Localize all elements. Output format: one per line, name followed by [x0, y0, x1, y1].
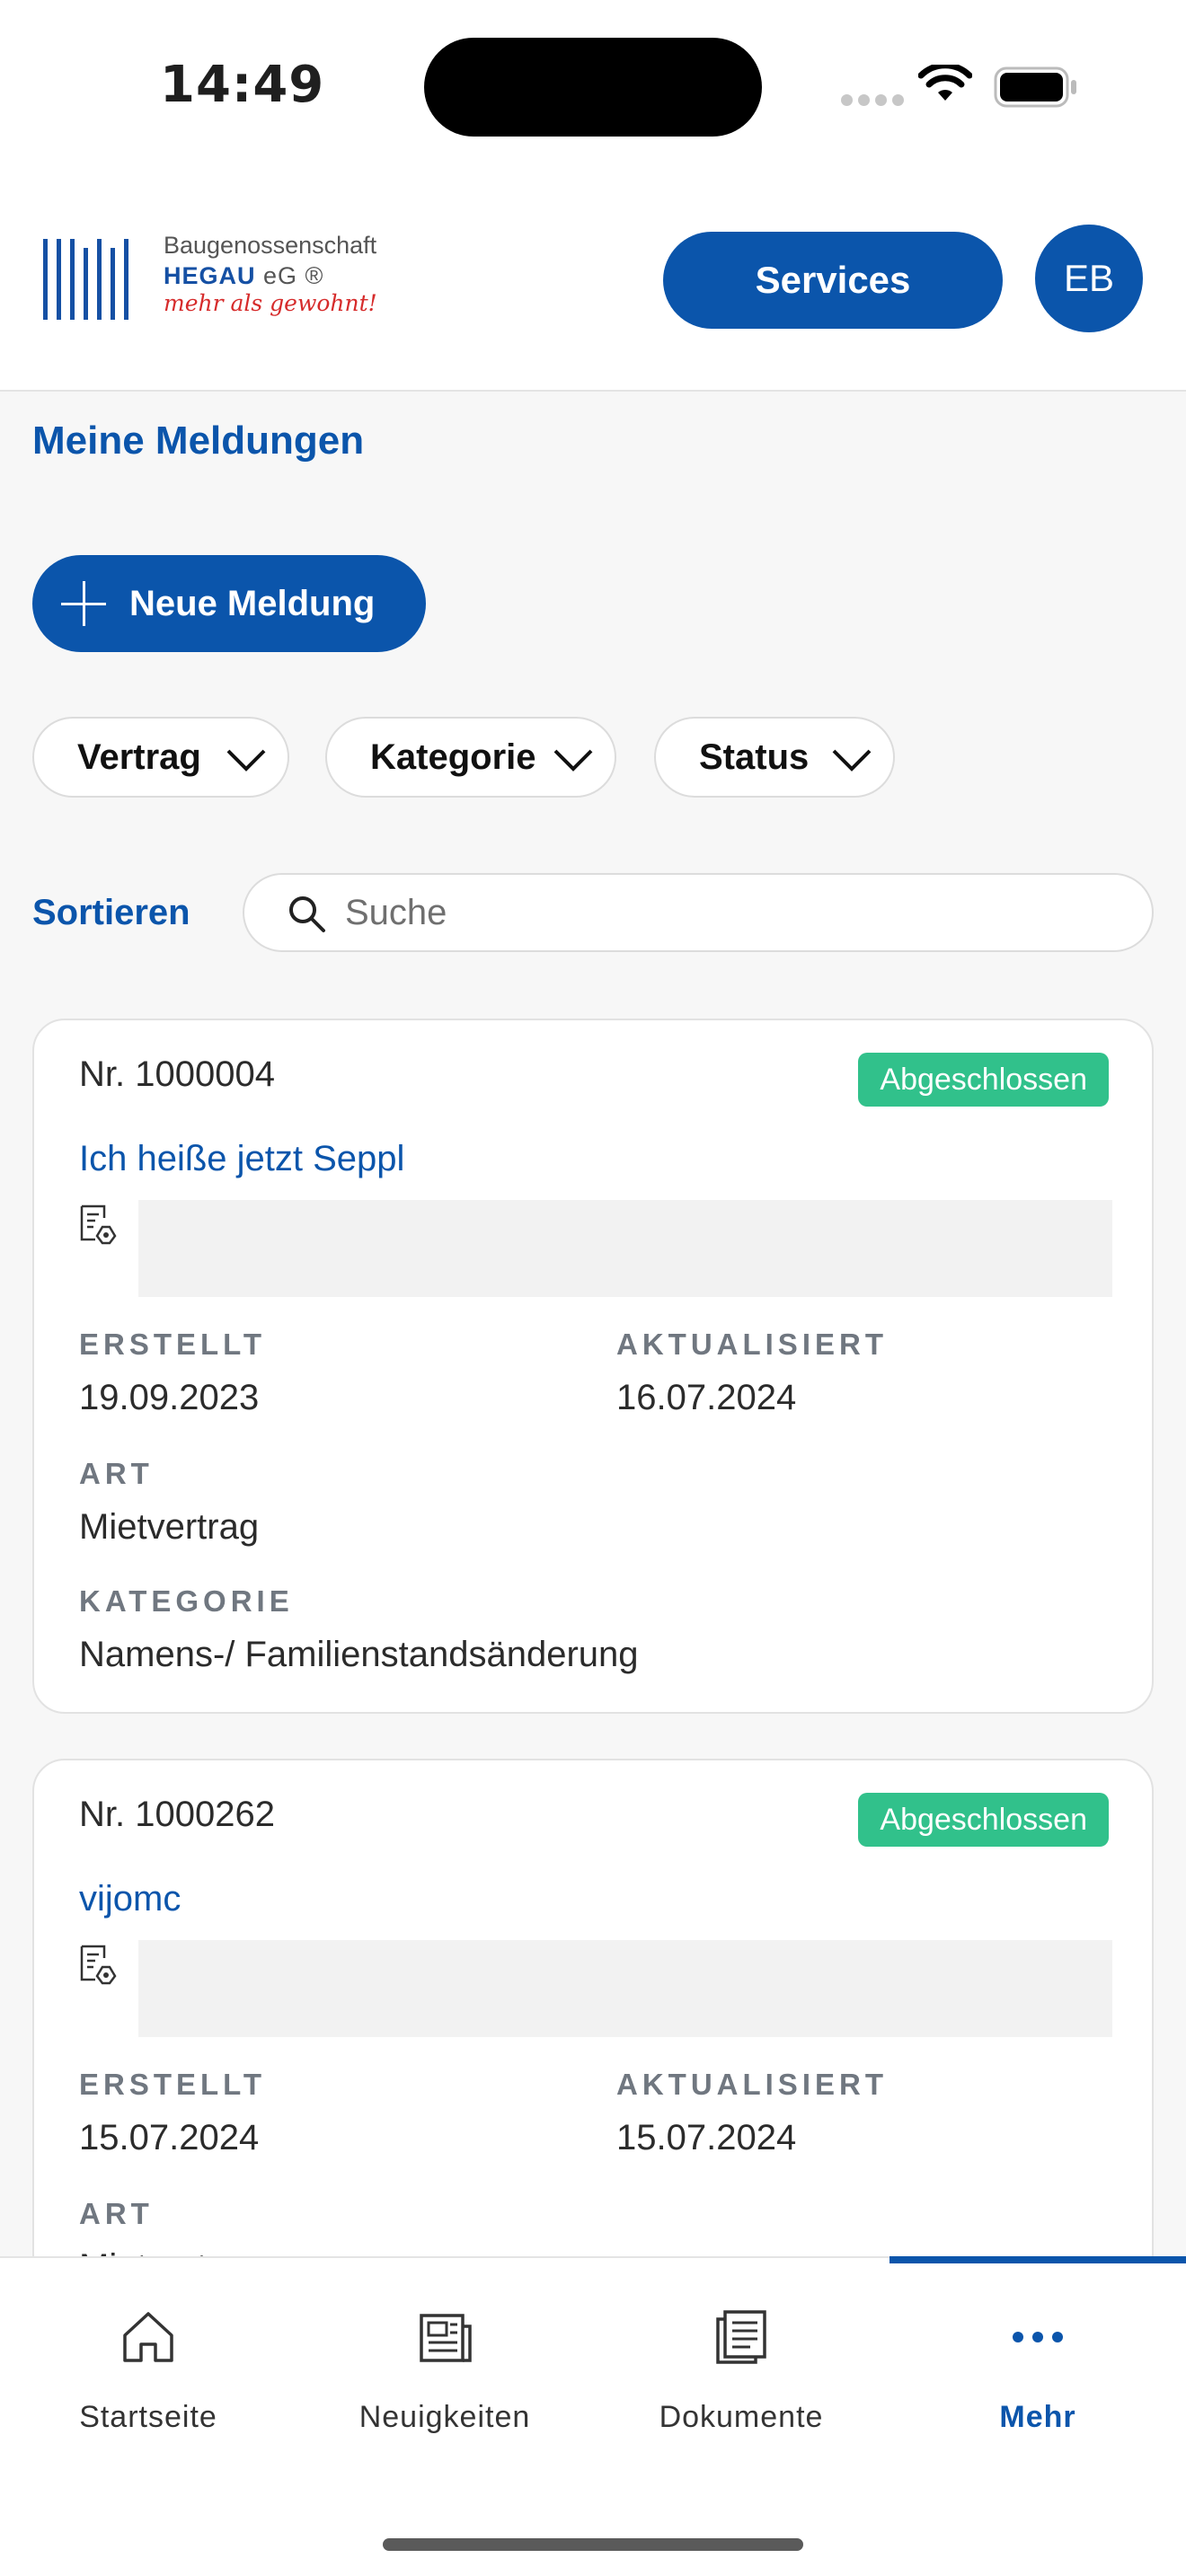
- home-indicator[interactable]: [383, 2538, 803, 2551]
- updated-date: 16.07.2024: [616, 1378, 797, 1417]
- new-report-button[interactable]: Neue Meldung: [32, 555, 426, 652]
- document-icon: [716, 2310, 766, 2364]
- created-label: ERSTELLT: [79, 1328, 267, 1361]
- report-number: Nr. 1000004: [79, 1054, 275, 1094]
- chevron-down-icon: [226, 749, 266, 772]
- nav-item-dokumente[interactable]: Dokumente: [593, 2258, 890, 2456]
- nav-label: Startseite: [79, 2400, 217, 2434]
- new-report-label: Neue Meldung: [129, 583, 376, 623]
- filter-status[interactable]: Status: [654, 717, 895, 798]
- report-card[interactable]: Nr. 1000004 Abgeschlossen Ich heiße jetz…: [32, 1019, 1154, 1714]
- type-value: Mietvertrag: [79, 1507, 260, 1547]
- logo-line-2: HEGAU eG ®: [164, 262, 324, 289]
- sort-button[interactable]: Sortieren: [32, 893, 190, 933]
- search-icon: [289, 896, 325, 932]
- home-icon: [123, 2312, 173, 2362]
- report-title[interactable]: Ich heiße jetzt Seppl: [79, 1139, 404, 1179]
- nav-item-startseite[interactable]: Startseite: [0, 2258, 296, 2456]
- search-field[interactable]: [243, 873, 1154, 952]
- avatar[interactable]: EB: [1035, 225, 1143, 332]
- report-number: Nr. 1000262: [79, 1795, 275, 1834]
- services-button[interactable]: Services: [663, 232, 1003, 329]
- nav-item-mehr[interactable]: Mehr: [890, 2258, 1186, 2456]
- app-header: Baugenossenschaft HEGAU eG ® mehr als ge…: [0, 171, 1186, 392]
- plus-icon: [61, 581, 106, 626]
- page-title: Meine Meldungen: [32, 419, 365, 463]
- wifi-icon: [918, 65, 972, 101]
- status-bar: 14:49: [0, 0, 1186, 171]
- filter-contract[interactable]: Vertrag: [32, 717, 289, 798]
- chevron-down-icon: [553, 749, 593, 772]
- nav-label: Dokumente: [659, 2400, 824, 2434]
- status-time: 14:49: [160, 56, 325, 114]
- updated-label: AKTUALISIERT: [616, 1328, 888, 1361]
- status-badge: Abgeschlossen: [858, 1053, 1109, 1107]
- filter-status-label: Status: [699, 737, 810, 777]
- contract-icon: [80, 1204, 117, 1245]
- updated-date: 15.07.2024: [616, 2118, 797, 2157]
- nav-label: Mehr: [999, 2400, 1076, 2434]
- logo-line-1: Baugenossenschaft: [164, 232, 377, 259]
- filter-contract-label: Vertrag: [77, 737, 201, 777]
- filter-category[interactable]: Kategorie: [325, 717, 616, 798]
- created-label: ERSTELLT: [79, 2068, 267, 2101]
- company-logo-icon: [43, 239, 128, 320]
- report-title[interactable]: vijomc: [79, 1879, 181, 1919]
- type-label: ART: [79, 2197, 154, 2230]
- more-icon: [1013, 2332, 1063, 2342]
- company-logo-text: Baugenossenschaft HEGAU eG ® mehr als ge…: [164, 232, 377, 316]
- created-date: 19.09.2023: [79, 1378, 260, 1417]
- contract-icon: [80, 1945, 117, 1985]
- created-date: 15.07.2024: [79, 2118, 260, 2157]
- bottom-navigation: Startseite Neuigkeiten Dokumente Mehr: [0, 2256, 1186, 2576]
- type-label: ART: [79, 1457, 154, 1490]
- search-input[interactable]: [345, 887, 1118, 938]
- category-value: Namens-/ Familienstandsänderung: [79, 1635, 639, 1674]
- report-preview-placeholder: [138, 1940, 1112, 2037]
- nav-label: Neuigkeiten: [358, 2400, 531, 2434]
- battery-icon: [994, 66, 1076, 108]
- status-badge: Abgeschlossen: [858, 1793, 1109, 1847]
- news-icon: [420, 2314, 472, 2362]
- updated-label: AKTUALISIERT: [616, 2068, 888, 2101]
- filter-category-label: Kategorie: [370, 737, 536, 777]
- chevron-down-icon: [832, 749, 872, 772]
- report-preview-placeholder: [138, 1200, 1112, 1297]
- category-label: KATEGORIE: [79, 1584, 294, 1618]
- logo-slogan: mehr als gewohnt!: [164, 290, 377, 316]
- signal-icon: [841, 94, 909, 110]
- nav-item-neuigkeiten[interactable]: Neuigkeiten: [296, 2258, 593, 2456]
- dynamic-island: [424, 38, 762, 137]
